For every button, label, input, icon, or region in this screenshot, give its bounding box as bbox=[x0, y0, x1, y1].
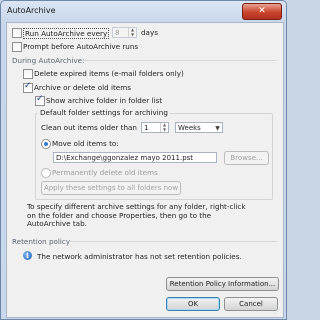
clean-out-spin-arrows[interactable]: ▲ ▼ bbox=[160, 122, 168, 132]
days-value: 8 bbox=[115, 29, 120, 37]
show-archive-folder-label[interactable]: Show archive folder in folder list bbox=[46, 96, 162, 105]
archive-path-field[interactable]: D:\Exchange\ggonzalez mayo 2011.pst bbox=[53, 152, 217, 163]
window-title: AutoArchive bbox=[7, 6, 56, 15]
autoarchive-dialog: AutoArchive ✕ Run AutoArchive every 8 ▲ ▼… bbox=[0, 0, 287, 320]
archive-old-items-label[interactable]: Archive or delete old items bbox=[34, 83, 131, 92]
delete-expired-checkbox[interactable] bbox=[23, 69, 33, 79]
help-text: To specify different archive settings fo… bbox=[27, 202, 246, 229]
info-icon: i bbox=[23, 251, 32, 260]
close-icon: ✕ bbox=[258, 6, 266, 16]
prompt-before-run-checkbox[interactable] bbox=[12, 42, 22, 52]
resize-grip-icon[interactable]: ⋰ bbox=[274, 308, 282, 316]
retention-message: The network administrator has not set re… bbox=[37, 252, 242, 261]
during-autoarchive-header: During AutoArchive: bbox=[12, 56, 85, 65]
archive-old-items-checkbox[interactable] bbox=[23, 81, 33, 93]
run-autoarchive-checkbox[interactable] bbox=[12, 28, 22, 38]
retention-divider bbox=[69, 241, 277, 242]
run-autoarchive-label[interactable]: Run AutoArchive every bbox=[23, 28, 110, 39]
apply-all-folders-button[interactable]: Apply these settings to all folders now bbox=[41, 181, 181, 195]
cancel-button[interactable]: Cancel bbox=[224, 297, 278, 311]
retention-policy-header: Retention policy bbox=[12, 237, 71, 246]
during-divider bbox=[83, 60, 277, 61]
close-button[interactable]: ✕ bbox=[242, 3, 282, 20]
show-archive-folder-checkbox[interactable] bbox=[35, 94, 45, 106]
days-unit-label: days bbox=[141, 28, 158, 37]
clean-out-label: Clean out items older than bbox=[41, 123, 137, 132]
prompt-before-run-label[interactable]: Prompt before AutoArchive runs bbox=[23, 42, 138, 51]
move-old-items-radio[interactable] bbox=[41, 139, 51, 149]
clean-out-value: 1 bbox=[144, 124, 149, 132]
days-stepper[interactable]: 8 ▲ ▼ bbox=[112, 27, 137, 38]
permanently-delete-label[interactable]: Permanently delete old items bbox=[52, 168, 158, 177]
move-old-items-label[interactable]: Move old items to: bbox=[52, 139, 119, 148]
clean-out-stepper[interactable]: 1 ▲ ▼ bbox=[141, 122, 169, 133]
days-spin-arrows[interactable]: ▲ ▼ bbox=[128, 27, 136, 37]
chevron-down-icon: ▼ bbox=[215, 125, 220, 132]
browse-button[interactable]: Browse... bbox=[224, 151, 269, 165]
period-select[interactable]: Weeks ▼ bbox=[175, 122, 223, 133]
dialog-body: Run AutoArchive every 8 ▲ ▼ days Prompt b… bbox=[6, 22, 284, 318]
permanently-delete-radio[interactable] bbox=[41, 168, 51, 178]
retention-policy-info-button[interactable]: Retention Policy Information... bbox=[166, 277, 279, 291]
period-value: Weeks bbox=[178, 124, 201, 132]
delete-expired-label[interactable]: Delete expired items (e-mail folders onl… bbox=[34, 69, 184, 78]
help-text-line: AutoArchive tab. bbox=[27, 219, 87, 228]
ok-button[interactable]: OK bbox=[166, 297, 220, 311]
default-folder-settings-title: Default folder settings for archiving bbox=[38, 108, 170, 117]
